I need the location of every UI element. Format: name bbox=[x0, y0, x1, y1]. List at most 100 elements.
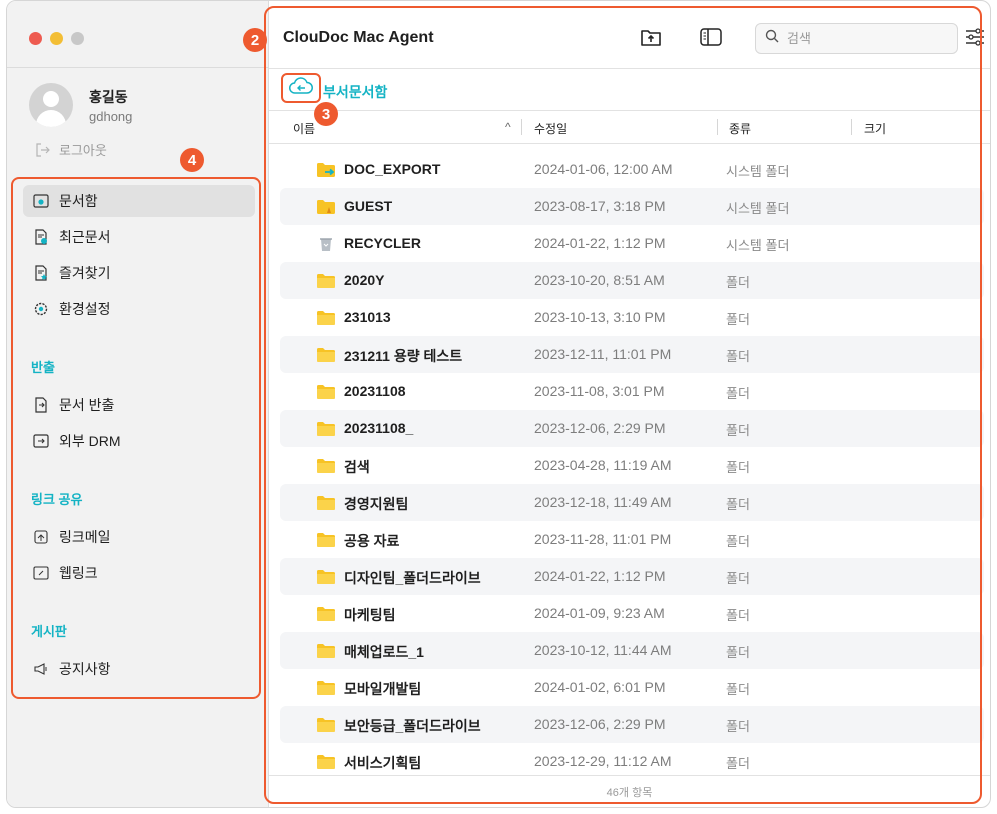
logout-button[interactable]: 로그아웃 bbox=[35, 140, 107, 159]
annotation-badge: 2 bbox=[243, 28, 267, 52]
folder-icon bbox=[316, 384, 336, 400]
file-kind: 폴더 bbox=[726, 645, 750, 660]
column-header-modified[interactable]: 수정일 bbox=[534, 120, 567, 137]
sidebar-toggle-button[interactable] bbox=[699, 27, 723, 51]
sidebar-item-favorites[interactable]: 즐겨찾기 bbox=[23, 257, 255, 289]
minimize-window-button[interactable] bbox=[50, 32, 63, 45]
upload-button[interactable] bbox=[639, 27, 663, 51]
column-header-size[interactable]: 크기 bbox=[864, 120, 886, 137]
file-kind: 폴더 bbox=[726, 423, 750, 438]
column-header-kind[interactable]: 종류 bbox=[729, 120, 751, 137]
search-input[interactable] bbox=[787, 31, 937, 46]
table-row[interactable]: 검색 2023-04-28, 11:19 AM 폴더 bbox=[280, 447, 984, 484]
table-row[interactable]: 231211 용량 테스트 2023-12-11, 11:01 PM 폴더 bbox=[280, 336, 984, 373]
back-to-cloud-button[interactable] bbox=[281, 73, 321, 103]
main-panel: ClouDoc Mac Agent 검색 부서문서함 이름 ^ 수정일 종류 크… bbox=[269, 1, 990, 807]
file-name: 모바일개발팀 bbox=[344, 681, 422, 697]
file-modified-date: 2023-10-12, 11:44 AM bbox=[534, 642, 672, 658]
export-folder-icon bbox=[316, 162, 336, 178]
table-header: 이름 ^ 수정일 종류 크기 bbox=[269, 111, 990, 144]
column-divider[interactable] bbox=[851, 119, 852, 135]
sidebar-item-external-drm[interactable]: 외부 DRM bbox=[23, 425, 255, 457]
app-title: ClouDoc Mac Agent bbox=[283, 29, 434, 46]
search-field[interactable] bbox=[755, 23, 958, 54]
table-row[interactable]: 20231108 2023-11-08, 3:01 PM 폴더 bbox=[280, 373, 984, 410]
table-row[interactable]: 디자인팀_폴더드라이브 2024-01-22, 1:12 PM 폴더 bbox=[280, 558, 984, 595]
zoom-window-button[interactable] bbox=[71, 32, 84, 45]
sort-chevron-icon[interactable]: ^ bbox=[505, 120, 511, 134]
sidebar-item-recent[interactable]: 최근문서 bbox=[23, 221, 255, 253]
megaphone-icon bbox=[33, 661, 49, 677]
search-icon bbox=[765, 29, 779, 48]
file-modified-date: 2024-01-22, 1:12 PM bbox=[534, 568, 666, 584]
sidebar-item-settings[interactable]: 환경설정 bbox=[23, 293, 255, 325]
table-row[interactable]: 매체업로드_1 2023-10-12, 11:44 AM 폴더 bbox=[280, 632, 984, 669]
file-modified-date: 2023-10-13, 3:10 PM bbox=[534, 309, 666, 325]
filter-sliders-icon bbox=[965, 27, 985, 51]
file-modified-date: 2024-01-02, 6:01 PM bbox=[534, 679, 666, 695]
table-row[interactable]: 경영지원팀 2023-12-18, 11:49 AM 폴더 bbox=[280, 484, 984, 521]
file-name: 231211 용량 테스트 bbox=[344, 348, 463, 364]
table-row[interactable]: 2020Y 2023-10-20, 8:51 AM 폴더 bbox=[280, 262, 984, 299]
sidebar-divider bbox=[7, 67, 269, 68]
file-name: 20231108_ bbox=[344, 420, 414, 436]
sidebar-item-documents[interactable]: 문서함 bbox=[23, 185, 255, 217]
file-modified-date: 2023-11-08, 3:01 PM bbox=[534, 383, 665, 399]
guest-folder-icon bbox=[316, 199, 336, 215]
cloud-back-icon bbox=[289, 76, 313, 100]
favorite-doc-icon bbox=[33, 265, 49, 281]
current-path-label[interactable]: 부서문서함 bbox=[323, 82, 387, 102]
folder-icon bbox=[316, 347, 336, 363]
file-name: 보안등급_폴더드라이브 bbox=[344, 718, 481, 734]
column-header-name[interactable]: 이름 bbox=[293, 120, 315, 137]
folder-icon bbox=[316, 606, 336, 622]
table-row[interactable]: GUEST 2023-08-17, 3:18 PM 시스템 폴더 bbox=[280, 188, 984, 225]
folder-icon bbox=[316, 569, 336, 585]
section-title-link-share: 링크 공유 bbox=[31, 492, 83, 507]
sidebar-item-web-link[interactable]: 웹링크 bbox=[23, 557, 255, 589]
sidebar-item-label: 웹링크 bbox=[59, 565, 98, 581]
table-row[interactable]: RECYCLER 2024-01-22, 1:12 PM 시스템 폴더 bbox=[280, 225, 984, 262]
table-row[interactable]: 231013 2023-10-13, 3:10 PM 폴더 bbox=[280, 299, 984, 336]
column-divider[interactable] bbox=[521, 119, 522, 135]
external-drm-icon bbox=[33, 433, 49, 449]
file-kind: 폴더 bbox=[726, 756, 750, 771]
table-row[interactable]: 보안등급_폴더드라이브 2023-12-06, 2:29 PM 폴더 bbox=[280, 706, 984, 743]
file-kind: 시스템 폴더 bbox=[726, 201, 790, 216]
file-name: 마케팅팀 bbox=[344, 607, 396, 623]
folder-icon bbox=[316, 754, 336, 770]
folder-box-icon bbox=[33, 193, 49, 209]
section-title-board: 게시판 bbox=[31, 624, 67, 639]
file-name: GUEST bbox=[344, 198, 393, 214]
column-divider[interactable] bbox=[717, 119, 718, 135]
sidebar-toggle-icon bbox=[700, 27, 722, 51]
file-modified-date: 2024-01-06, 12:00 AM bbox=[534, 161, 673, 177]
file-name: 공용 자료 bbox=[344, 533, 400, 549]
file-kind: 시스템 폴더 bbox=[726, 164, 790, 179]
annotation-badge: 3 bbox=[314, 102, 338, 126]
table-row[interactable]: 모바일개발팀 2024-01-02, 6:01 PM 폴더 bbox=[280, 669, 984, 706]
logout-label: 로그아웃 bbox=[59, 143, 107, 158]
toolbar: ClouDoc Mac Agent bbox=[269, 1, 990, 69]
table-row[interactable]: DOC_EXPORT 2024-01-06, 12:00 AM 시스템 폴더 bbox=[280, 151, 984, 188]
file-kind: 폴더 bbox=[726, 608, 750, 623]
filter-button[interactable] bbox=[963, 27, 987, 51]
file-modified-date: 2023-11-28, 11:01 PM bbox=[534, 531, 672, 547]
sidebar-item-doc-export[interactable]: 문서 반출 bbox=[23, 389, 255, 421]
table-row[interactable]: 마케팅팀 2024-01-09, 9:23 AM 폴더 bbox=[280, 595, 984, 632]
file-kind: 폴더 bbox=[726, 460, 750, 475]
item-count: 46개 항목 bbox=[606, 786, 653, 799]
file-name: RECYCLER bbox=[344, 235, 422, 251]
sidebar-item-link-mail[interactable]: 링크메일 bbox=[23, 521, 255, 553]
recent-doc-icon bbox=[33, 229, 49, 245]
file-name: 검색 bbox=[344, 459, 370, 475]
sidebar-item-notice[interactable]: 공지사항 bbox=[23, 653, 255, 685]
table-row[interactable]: 20231108_ 2023-12-06, 2:29 PM 폴더 bbox=[280, 410, 984, 447]
window-controls bbox=[29, 32, 84, 45]
file-name: 2020Y bbox=[344, 272, 385, 288]
table-row[interactable]: 공용 자료 2023-11-28, 11:01 PM 폴더 bbox=[280, 521, 984, 558]
file-kind: 시스템 폴더 bbox=[726, 238, 790, 253]
annotation-badge: 4 bbox=[180, 148, 204, 172]
file-kind: 폴더 bbox=[726, 534, 750, 549]
close-window-button[interactable] bbox=[29, 32, 42, 45]
